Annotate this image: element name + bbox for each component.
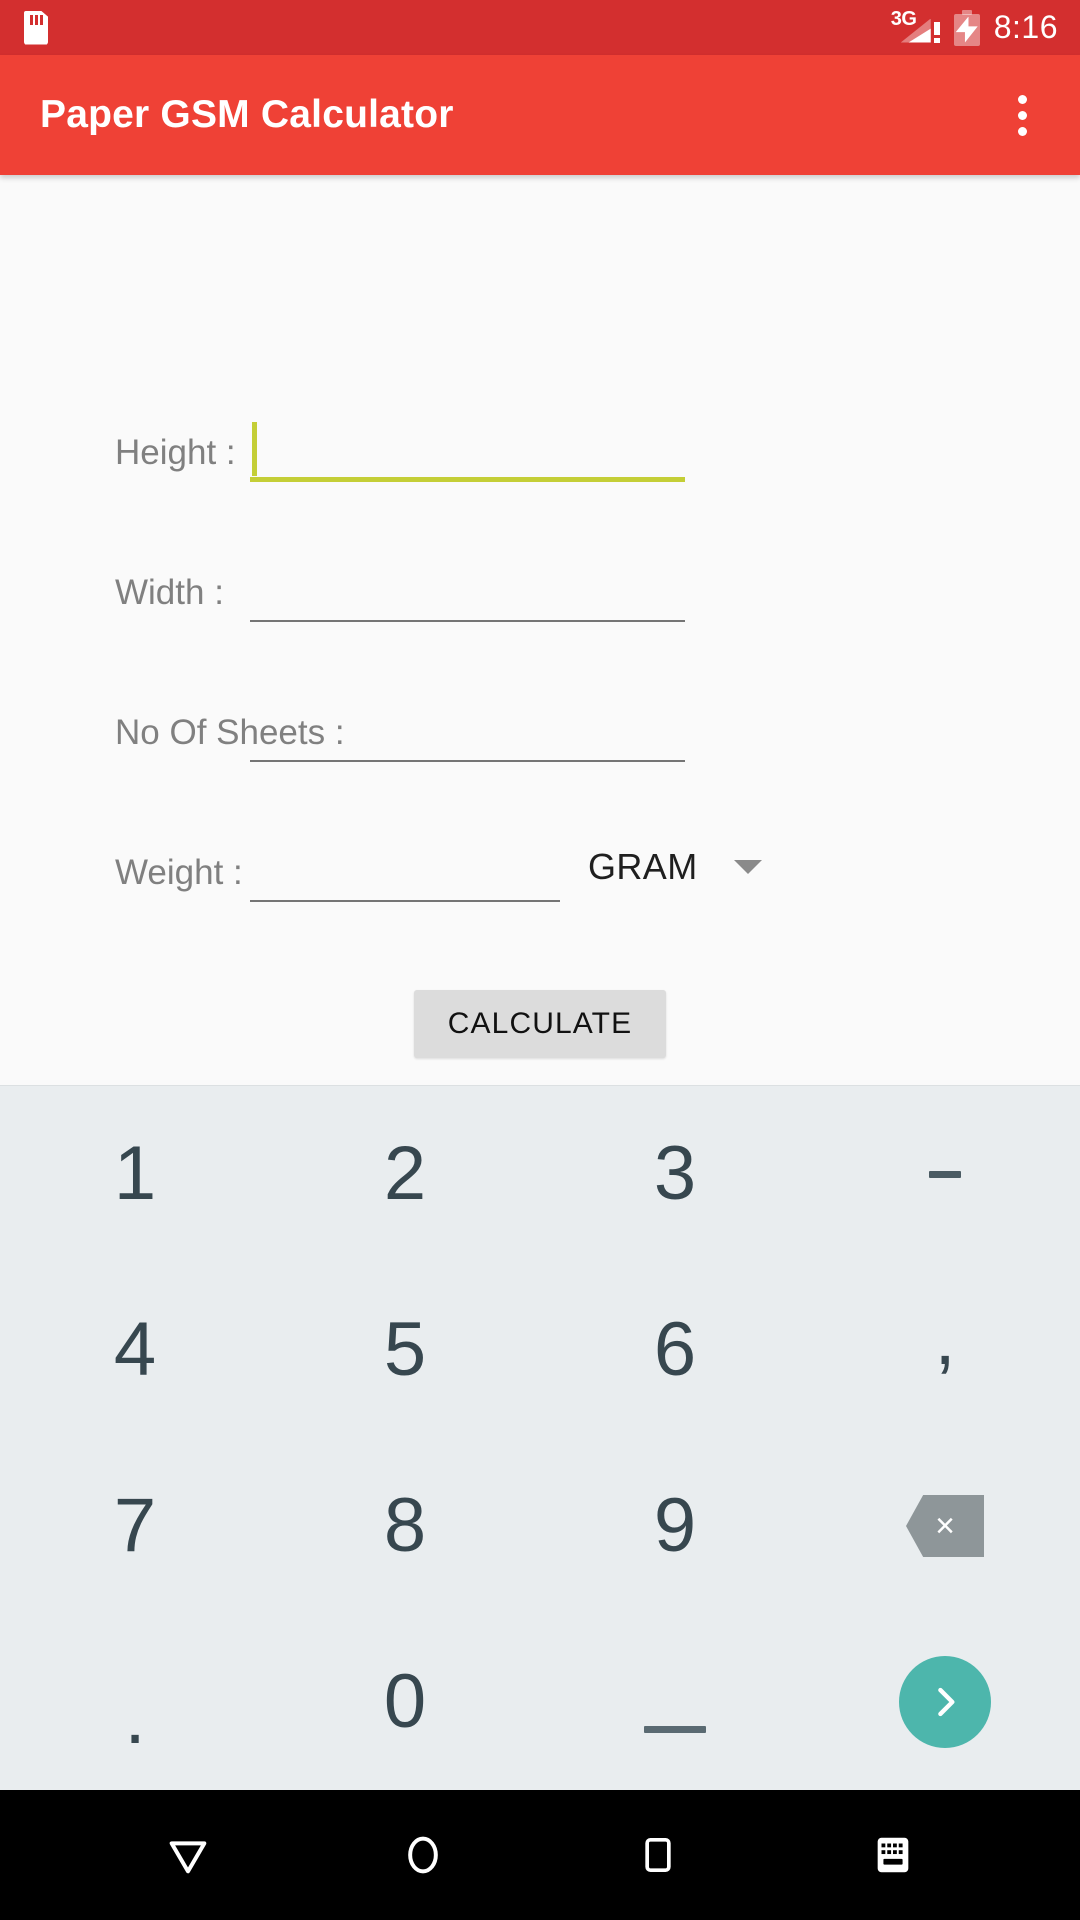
backspace-icon: ×	[906, 1495, 984, 1557]
key-label: 1	[113, 1131, 157, 1216]
key-label: 3	[653, 1131, 697, 1216]
app-bar: Paper GSM Calculator	[0, 55, 1080, 175]
page-title: Paper GSM Calculator	[40, 93, 454, 136]
height-input[interactable]	[250, 422, 685, 478]
status-bar-clock: 8:16	[993, 9, 1058, 45]
key-label: 0	[383, 1659, 427, 1744]
keyboard-row: 1 2 3	[0, 1086, 1080, 1262]
enter-key[interactable]	[810, 1614, 1080, 1790]
key-2[interactable]: 2	[270, 1086, 540, 1262]
height-label: Height :	[115, 433, 236, 472]
width-field[interactable]	[250, 560, 685, 622]
keyboard-row: 7 8 9 ×	[0, 1438, 1080, 1614]
form-row-width: Width :	[0, 560, 1080, 622]
chevron-right-icon	[899, 1656, 991, 1748]
form-content: Height : Width : No Of Sheets: Weight:…	[0, 175, 1080, 1085]
more-vertical-icon[interactable]	[994, 80, 1050, 150]
weight-underline	[250, 900, 560, 902]
key-label: .	[124, 1675, 146, 1760]
width-input[interactable]	[250, 562, 685, 618]
network-type-label: 3G	[890, 7, 917, 30]
calculate-button-wrap: CALCULATE	[0, 990, 1080, 1058]
key-underscore[interactable]	[540, 1614, 810, 1790]
status-bar-left	[24, 10, 48, 45]
key-label: 9	[653, 1483, 697, 1568]
key-5[interactable]: 5	[270, 1262, 540, 1438]
key-label: ,	[934, 1295, 956, 1381]
calculate-button[interactable]: CALCULATE	[413, 990, 667, 1058]
sheets-underline	[250, 760, 685, 762]
keyboard-switcher-icon[interactable]	[833, 1795, 953, 1915]
sheets-input[interactable]	[250, 702, 685, 758]
sheets-field[interactable]	[250, 700, 685, 762]
key-label: 8	[383, 1483, 427, 1568]
weight-field[interactable]	[250, 840, 560, 902]
backspace-key[interactable]: ×	[810, 1438, 1080, 1614]
key-label: 4	[113, 1307, 157, 1392]
form-row-height: Height :	[0, 420, 1080, 482]
key-0[interactable]: 0	[270, 1614, 540, 1790]
key-minus[interactable]	[810, 1086, 1080, 1262]
key-6[interactable]: 6	[540, 1262, 810, 1438]
sd-card-icon	[24, 10, 48, 45]
key-label: 7	[113, 1483, 157, 1568]
signal-bars-icon: 3G	[890, 7, 940, 45]
key-label: 6	[653, 1307, 697, 1392]
key-3[interactable]: 3	[540, 1086, 810, 1262]
width-underline	[250, 620, 685, 622]
keyboard-row: 4 5 6,	[0, 1262, 1080, 1438]
key-7[interactable]: 7	[0, 1438, 270, 1614]
battery-charging-icon	[953, 9, 980, 46]
unit-spinner[interactable]: GRAM	[588, 846, 762, 902]
navigation-bar	[0, 1790, 1080, 1920]
hide-keyboard-down-icon[interactable]	[128, 1795, 248, 1915]
unit-spinner-value: GRAM	[588, 846, 698, 887]
weight-label: Weight :	[115, 853, 243, 892]
phone-screen: 3G 8:16 Paper GSM Calculator Height : Wi…	[0, 0, 1080, 1920]
width-label: Width :	[115, 573, 224, 612]
minus-glyph	[929, 1170, 961, 1178]
numeric-keyboard: 1 2 3 4 5 6, 7 8 9 ×. 0	[0, 1085, 1080, 1790]
key-8[interactable]: 8	[270, 1438, 540, 1614]
status-bar-right: 3G 8:16	[890, 7, 1058, 46]
underscore-glyph	[644, 1725, 706, 1733]
key-9[interactable]: 9	[540, 1438, 810, 1614]
weight-input[interactable]	[250, 842, 560, 898]
home-circle-icon[interactable]	[363, 1795, 483, 1915]
keyboard-row: .0	[0, 1614, 1080, 1790]
key-label: 2	[383, 1131, 427, 1216]
chevron-down-icon	[733, 860, 762, 874]
form-row-weight: Weight : GRAM	[0, 840, 1080, 902]
status-bar: 3G 8:16	[0, 0, 1080, 55]
height-field[interactable]	[250, 420, 685, 482]
key-comma[interactable]: ,	[810, 1262, 1080, 1438]
form-row-sheets: No Of Sheets :	[0, 700, 1080, 762]
height-underline	[250, 477, 685, 482]
key-label: 5	[383, 1307, 427, 1392]
key-period[interactable]: .	[0, 1614, 270, 1790]
key-4[interactable]: 4	[0, 1262, 270, 1438]
recents-square-icon[interactable]	[598, 1795, 718, 1915]
key-1[interactable]: 1	[0, 1086, 270, 1262]
